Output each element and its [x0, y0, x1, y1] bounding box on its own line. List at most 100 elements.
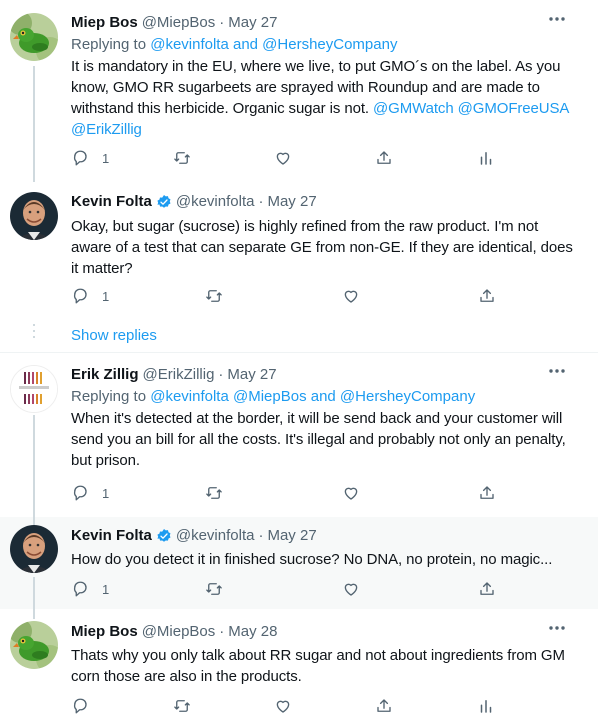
tweet-date[interactable]: May 27: [227, 365, 276, 385]
author-name[interactable]: Miep Bos: [71, 13, 138, 33]
more-icon[interactable]: [546, 618, 568, 638]
author-handle[interactable]: @MiepBos: [142, 622, 216, 642]
author-handle[interactable]: @MiepBos: [142, 13, 216, 33]
retweet-button[interactable]: [173, 696, 191, 716]
thread-connector-line: [33, 577, 35, 609]
author-name[interactable]: Kevin Folta: [71, 526, 152, 546]
share-button[interactable]: [375, 148, 393, 168]
share-button[interactable]: [478, 483, 496, 503]
tweet-text: How do you detect it in finished sucrose…: [71, 551, 553, 568]
author-name[interactable]: Miep Bos: [71, 622, 138, 642]
avatar-erik-zillig[interactable]: [10, 365, 58, 413]
mention-link[interactable]: @GMOFreeUSA: [458, 100, 570, 117]
reply-icon: [73, 288, 87, 304]
tweet-date[interactable]: May 27: [267, 526, 316, 546]
reply-icon: [73, 485, 87, 501]
reply-button[interactable]: 1: [71, 483, 109, 503]
retweet-button[interactable]: [205, 483, 223, 503]
avatar-kevin-folta[interactable]: [10, 525, 58, 573]
like-icon: [276, 700, 290, 713]
analytics-button[interactable]: [477, 696, 495, 716]
author-name[interactable]: Kevin Folta: [71, 192, 152, 212]
replying-to: Replying to @kevinfolta and @HersheyComp…: [71, 36, 398, 53]
replying-to-link[interactable]: @kevinfolta @MiepBos and @HersheyCompany: [150, 388, 475, 405]
thread-gap-dots: [33, 324, 35, 342]
analytics-icon: [480, 700, 492, 713]
mention-link[interactable]: @ErikZillig: [71, 121, 142, 138]
tweet-1[interactable]: Miep Bos @MiepBos · May 27 Replying to @…: [0, 0, 598, 186]
like-icon: [344, 290, 358, 303]
verified-badge-icon: [156, 528, 172, 544]
thread-connector-line: [33, 66, 35, 186]
thread-connector-line: [33, 517, 35, 525]
tweet-4[interactable]: Kevin Folta @kevinfolta · May 27 How do …: [0, 517, 598, 609]
retweet-icon: [206, 290, 222, 302]
more-icon[interactable]: [546, 9, 568, 29]
replying-to: Replying to @kevinfolta @MiepBos and @He…: [71, 388, 476, 405]
like-button[interactable]: [342, 483, 360, 503]
share-button[interactable]: [478, 286, 496, 306]
analytics-icon: [480, 152, 492, 165]
thread-connector-line: [33, 609, 35, 619]
separator-dot: ·: [258, 193, 264, 210]
reply-icon: [73, 698, 87, 714]
show-replies-link[interactable]: Show replies: [71, 327, 157, 344]
retweet-icon: [206, 583, 222, 595]
separator-dot: ·: [219, 623, 225, 640]
retweet-icon: [174, 700, 190, 712]
analytics-button[interactable]: [477, 148, 495, 168]
retweet-button[interactable]: [205, 579, 223, 599]
thoughts-for-food-logo-image: [11, 366, 57, 412]
author-handle[interactable]: @kevinfolta: [176, 192, 255, 212]
more-icon[interactable]: [546, 361, 568, 381]
author-name[interactable]: Erik Zillig: [71, 365, 139, 385]
reply-button[interactable]: [71, 696, 89, 716]
like-button[interactable]: [274, 696, 292, 716]
author-handle[interactable]: @ErikZillig: [143, 365, 215, 385]
reply-button[interactable]: 1: [71, 148, 109, 168]
tweet-text: When it's detected at the border, it wil…: [71, 410, 566, 469]
retweet-button[interactable]: [173, 148, 191, 168]
reply-count: 1: [102, 581, 110, 597]
person-avatar-image: [10, 192, 58, 240]
tweet-date[interactable]: May 27: [228, 13, 277, 33]
tweet-2[interactable]: Kevin Folta @kevinfolta · May 27 Okay, b…: [0, 182, 598, 352]
like-button[interactable]: [342, 286, 360, 306]
like-icon: [344, 487, 358, 500]
reply-count: 1: [102, 288, 110, 304]
verified-badge-icon: [156, 194, 172, 210]
reply-button[interactable]: 1: [71, 286, 109, 306]
parrot-avatar-image: [10, 621, 58, 669]
tweet-3[interactable]: Erik Zillig @ErikZillig · May 27 Replyin…: [0, 353, 598, 517]
share-icon: [480, 486, 494, 499]
reply-icon: [73, 581, 87, 597]
like-icon: [344, 583, 358, 596]
person-avatar-image: [10, 525, 58, 573]
reply-button[interactable]: 1: [71, 579, 109, 599]
share-button[interactable]: [375, 696, 393, 716]
avatar-kevin-folta[interactable]: [10, 192, 58, 240]
thread-connector-line: [33, 415, 35, 517]
mention-link[interactable]: @GMWatch: [373, 100, 454, 117]
like-button[interactable]: [274, 148, 292, 168]
share-icon: [480, 289, 494, 302]
avatar-miep-bos[interactable]: [10, 13, 58, 61]
retweet-button[interactable]: [205, 286, 223, 306]
like-button[interactable]: [342, 579, 360, 599]
tweet-date[interactable]: May 27: [267, 192, 316, 212]
reply-icon: [73, 150, 87, 166]
separator-dot: ·: [218, 366, 224, 383]
reply-count: 1: [102, 485, 110, 501]
author-handle[interactable]: @kevinfolta: [176, 526, 255, 546]
tweet-5[interactable]: Miep Bos @MiepBos · May 28 Thats why you…: [0, 609, 598, 718]
share-button[interactable]: [478, 579, 496, 599]
reply-count: 1: [102, 150, 110, 166]
replying-to-link[interactable]: @kevinfolta and @HersheyCompany: [150, 36, 397, 53]
tweet-date[interactable]: May 28: [228, 622, 277, 642]
share-icon: [480, 582, 494, 595]
retweet-icon: [206, 487, 222, 499]
avatar-miep-bos[interactable]: [10, 621, 58, 669]
tweet-text: Okay, but sugar (sucrose) is highly refi…: [71, 218, 573, 277]
like-icon: [276, 152, 290, 165]
separator-dot: ·: [258, 527, 264, 544]
